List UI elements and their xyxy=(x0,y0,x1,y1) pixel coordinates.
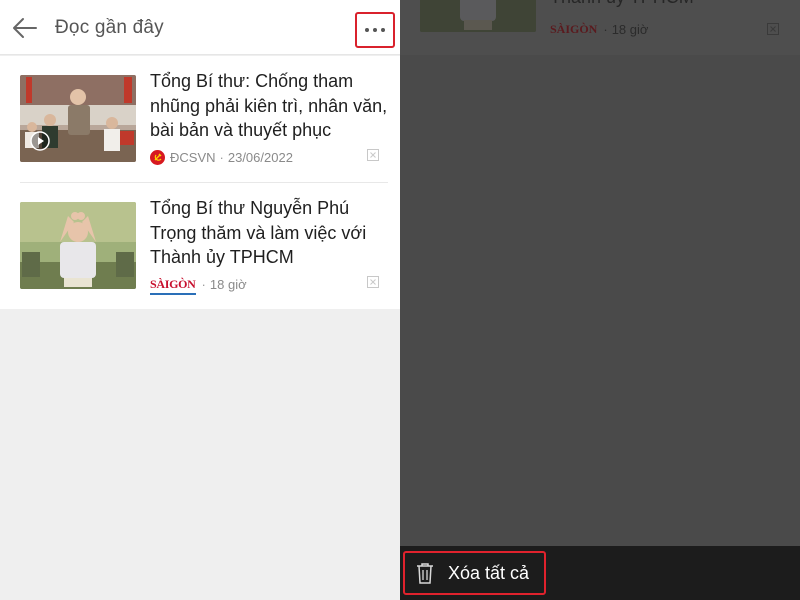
meta-separator: · xyxy=(603,22,608,37)
article-meta: ĐCSVN · 23/06/2022 xyxy=(150,149,293,165)
article-time: 23/06/2022 xyxy=(227,149,293,165)
recent-reads-screen: Đọc gần đây Tổng Bí thư: Chống tham nhũn… xyxy=(0,0,400,600)
top-bar: Đọc gần đây xyxy=(0,0,400,55)
meta-separator: · xyxy=(219,149,224,165)
action-sheet: Xóa tất cả xyxy=(400,546,800,600)
article-time: 18 giờ xyxy=(209,276,247,292)
article-time: 18 giờ xyxy=(611,22,649,37)
meta-separator: · xyxy=(201,276,206,292)
delete-all-label: Xóa tất cả xyxy=(448,562,530,583)
article-thumbnail xyxy=(420,0,536,32)
arrow-left-icon xyxy=(13,18,37,38)
play-video-icon xyxy=(30,131,50,151)
delete-all-button[interactable]: Xóa tất cả xyxy=(403,551,546,595)
close-box-icon xyxy=(767,23,779,35)
more-options-button[interactable] xyxy=(355,12,395,48)
article-thumbnail xyxy=(20,202,136,289)
saigon-giai-phong-logo: SÀIGÒN xyxy=(550,22,598,36)
article-headline: Thành ủy TPHCM xyxy=(550,0,694,8)
more-horizontal-icon xyxy=(365,28,385,32)
saigon-giai-phong-logo: SÀIGÒN xyxy=(150,277,196,295)
hammer-sickle-icon xyxy=(150,149,165,165)
page-title: Đọc gần đây xyxy=(55,17,164,38)
article-list: Tổng Bí thư: Chống tham nhũng phải kiên … xyxy=(0,56,400,309)
article-meta: SÀIGÒN · 18 giờ xyxy=(150,276,247,295)
dimmed-article-list[interactable]: Thành ủy TPHCM SÀIGÒN · 18 giờ xyxy=(400,0,800,55)
close-box-icon[interactable] xyxy=(367,276,379,288)
article-meta: SÀIGÒN · 18 giờ xyxy=(550,22,648,37)
article-headline: Tổng Bí thư Nguyễn Phú Trọng thăm và làm… xyxy=(150,198,367,267)
article-headline: Tổng Bí thư: Chống tham nhũng phải kiên … xyxy=(150,71,388,140)
list-item[interactable]: Tổng Bí thư Nguyễn Phú Trọng thăm và làm… xyxy=(0,183,400,309)
back-button[interactable] xyxy=(10,13,40,43)
list-item[interactable]: Tổng Bí thư: Chống tham nhũng phải kiên … xyxy=(0,56,400,183)
trash-icon xyxy=(417,563,433,584)
article-source: ĐCSVN xyxy=(170,149,216,165)
article-thumbnail xyxy=(20,75,136,162)
close-box-icon[interactable] xyxy=(367,149,379,161)
delete-sheet-screen: Thành ủy TPHCM SÀIGÒN · 18 giờ Xóa tất c… xyxy=(400,0,800,600)
